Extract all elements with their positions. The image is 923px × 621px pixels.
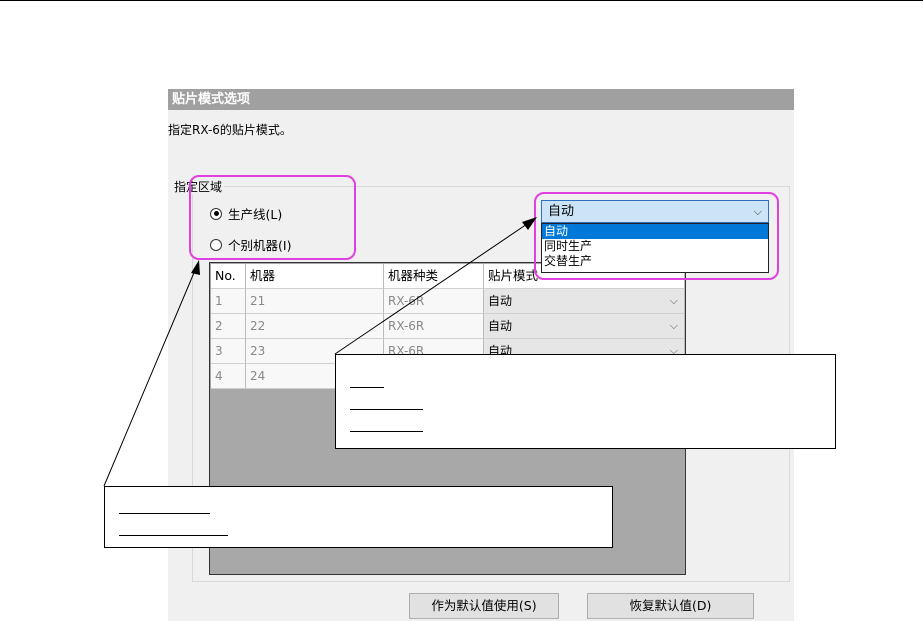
redacted-text-line (350, 387, 384, 388)
redacted-text-line (119, 513, 210, 514)
redacted-text-line (350, 431, 423, 432)
redacted-text-line (350, 409, 423, 410)
callout-area-note (104, 486, 613, 548)
callout-arrow-area (103, 267, 197, 487)
callout-mode-note (335, 354, 836, 449)
arrow-head-icon (522, 217, 537, 230)
callout-arrow-mode (334, 221, 531, 355)
arrow-head-icon (191, 260, 200, 275)
redacted-text-line (119, 535, 228, 536)
